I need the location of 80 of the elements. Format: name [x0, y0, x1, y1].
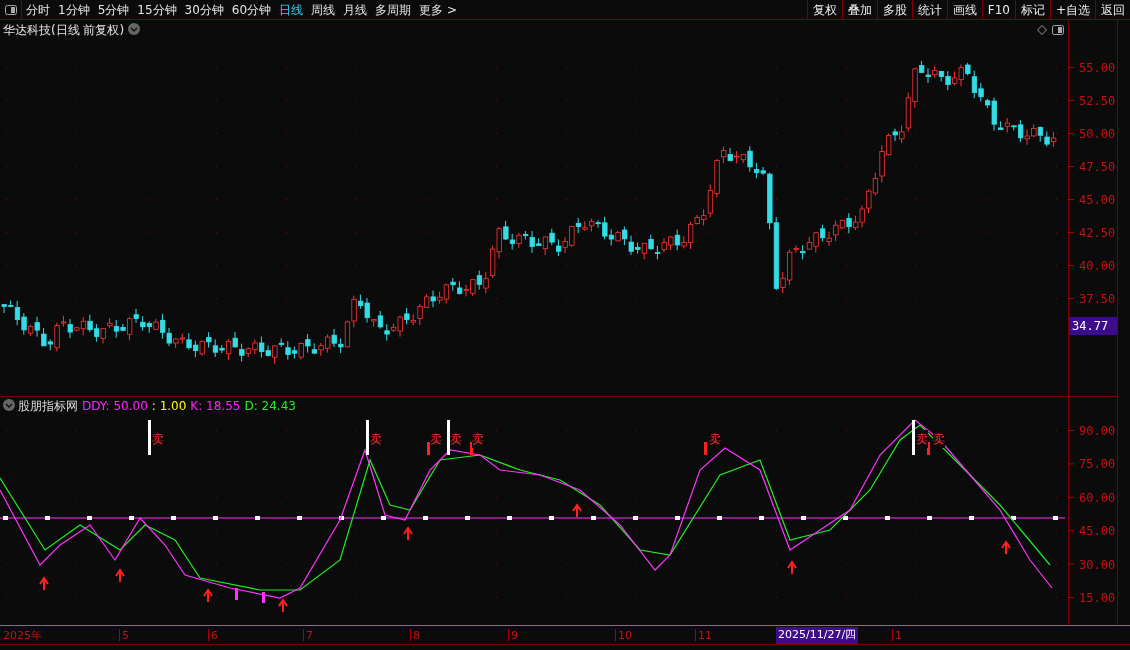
axis-label: 30.00	[1079, 556, 1116, 574]
toolbar-button[interactable]: 复权	[806, 0, 842, 20]
indicator-value: DDY: 50.00	[82, 398, 148, 415]
date-label: 9	[511, 628, 518, 644]
period-tab[interactable]: 60分钟	[227, 0, 276, 19]
toolbar-button[interactable]: 标记	[1014, 0, 1050, 20]
toolbar-button[interactable]: 叠加	[841, 0, 877, 20]
axis-label: 60.00	[1079, 489, 1116, 507]
toolbar-button[interactable]: 多股	[876, 0, 912, 20]
axis-label: 45.00	[1079, 192, 1116, 209]
toolbar-button[interactable]: +自选	[1049, 0, 1095, 20]
buy-arrow-icon	[787, 560, 797, 575]
current-price-tag: 34.77	[1069, 317, 1117, 335]
period-tab[interactable]: 1分钟	[54, 0, 94, 19]
buy-arrow-icon	[115, 568, 125, 583]
indicator-value: D: 24.43	[244, 398, 296, 415]
indicator-name: 股朋指标网	[18, 398, 78, 415]
axis-label: 55.00	[1079, 60, 1116, 77]
period-tab[interactable]: 分时	[22, 0, 54, 19]
buy-arrow-icon	[1001, 540, 1011, 555]
date-label: 11	[698, 628, 712, 644]
signal-bar	[366, 420, 369, 455]
signal-bar	[447, 420, 450, 455]
axis-label: 42.50	[1079, 225, 1116, 242]
sell-signal: 卖	[933, 430, 945, 448]
axis-label: 40.00	[1079, 258, 1116, 275]
signal-bar	[427, 442, 430, 455]
cursor-date: 2025/11/27/四	[776, 627, 859, 644]
toolbar-button[interactable]: 统计	[911, 0, 947, 20]
chart-title: 华达科技(日线 前复权)	[3, 22, 125, 39]
period-tab[interactable]: 月线	[339, 0, 372, 19]
sell-signal: 卖	[709, 430, 721, 448]
period-tab[interactable]: 30分钟	[180, 0, 228, 19]
buy-arrow-icon	[572, 503, 582, 518]
buy-arrow-icon	[278, 598, 288, 613]
axis-label: 15.00	[1079, 590, 1116, 607]
axis-label: 75.00	[1079, 456, 1116, 474]
diamond-icon[interactable]	[1037, 25, 1047, 35]
axis-label: 37.50	[1079, 291, 1116, 308]
sell-signal: 卖	[152, 430, 164, 448]
indicator-value: : 1.00	[151, 398, 187, 415]
buy-arrow-icon	[39, 576, 49, 591]
sell-signal: 卖	[370, 430, 382, 448]
dropdown-icon[interactable]	[128, 23, 140, 35]
period-tab[interactable]: 15分钟	[133, 0, 181, 19]
date-label: 10	[618, 628, 632, 644]
axis-label: 50.00	[1079, 126, 1116, 143]
indicator-value: K: 18.55	[190, 398, 241, 415]
signal-bar	[148, 420, 151, 455]
period-tab[interactable]: 更多 >	[415, 0, 461, 19]
buy-arrow-icon	[403, 526, 413, 541]
buy-arrow-icon	[203, 588, 213, 603]
signal-bar	[912, 420, 915, 455]
toolbar-button[interactable]: 画线	[946, 0, 982, 20]
sell-signal: 卖	[916, 430, 928, 448]
date-label: 7	[306, 628, 313, 644]
period-tab[interactable]: 周线	[307, 0, 340, 19]
date-label: 8	[413, 628, 420, 644]
date-label: 2025年	[3, 628, 42, 644]
sell-signal: 卖	[430, 430, 442, 448]
sell-signal: 卖	[450, 430, 462, 448]
dropdown-icon[interactable]	[3, 399, 15, 411]
date-label: 6	[211, 628, 218, 644]
date-label: 5	[122, 628, 129, 644]
toolbar-button[interactable]: 返回	[1095, 0, 1130, 20]
sell-signal: 卖	[472, 430, 484, 448]
axis-label: 45.00	[1079, 523, 1116, 541]
axis-label: 90.00	[1079, 423, 1116, 440]
signal-bar	[235, 588, 238, 600]
period-tab[interactable]: 日线	[275, 0, 308, 19]
toolbar-button[interactable]: F10	[981, 0, 1015, 20]
axis-label: 47.50	[1079, 159, 1116, 176]
date-label: 1	[895, 628, 902, 644]
signal-bar	[704, 442, 707, 455]
panel-toggle-icon[interactable]	[1052, 25, 1064, 35]
panel-toggle-icon[interactable]	[4, 4, 17, 15]
signal-bar	[262, 592, 265, 603]
period-tab[interactable]: 多周期	[371, 0, 416, 19]
axis-label: 52.50	[1079, 93, 1116, 110]
period-tab[interactable]: 5分钟	[93, 0, 134, 19]
